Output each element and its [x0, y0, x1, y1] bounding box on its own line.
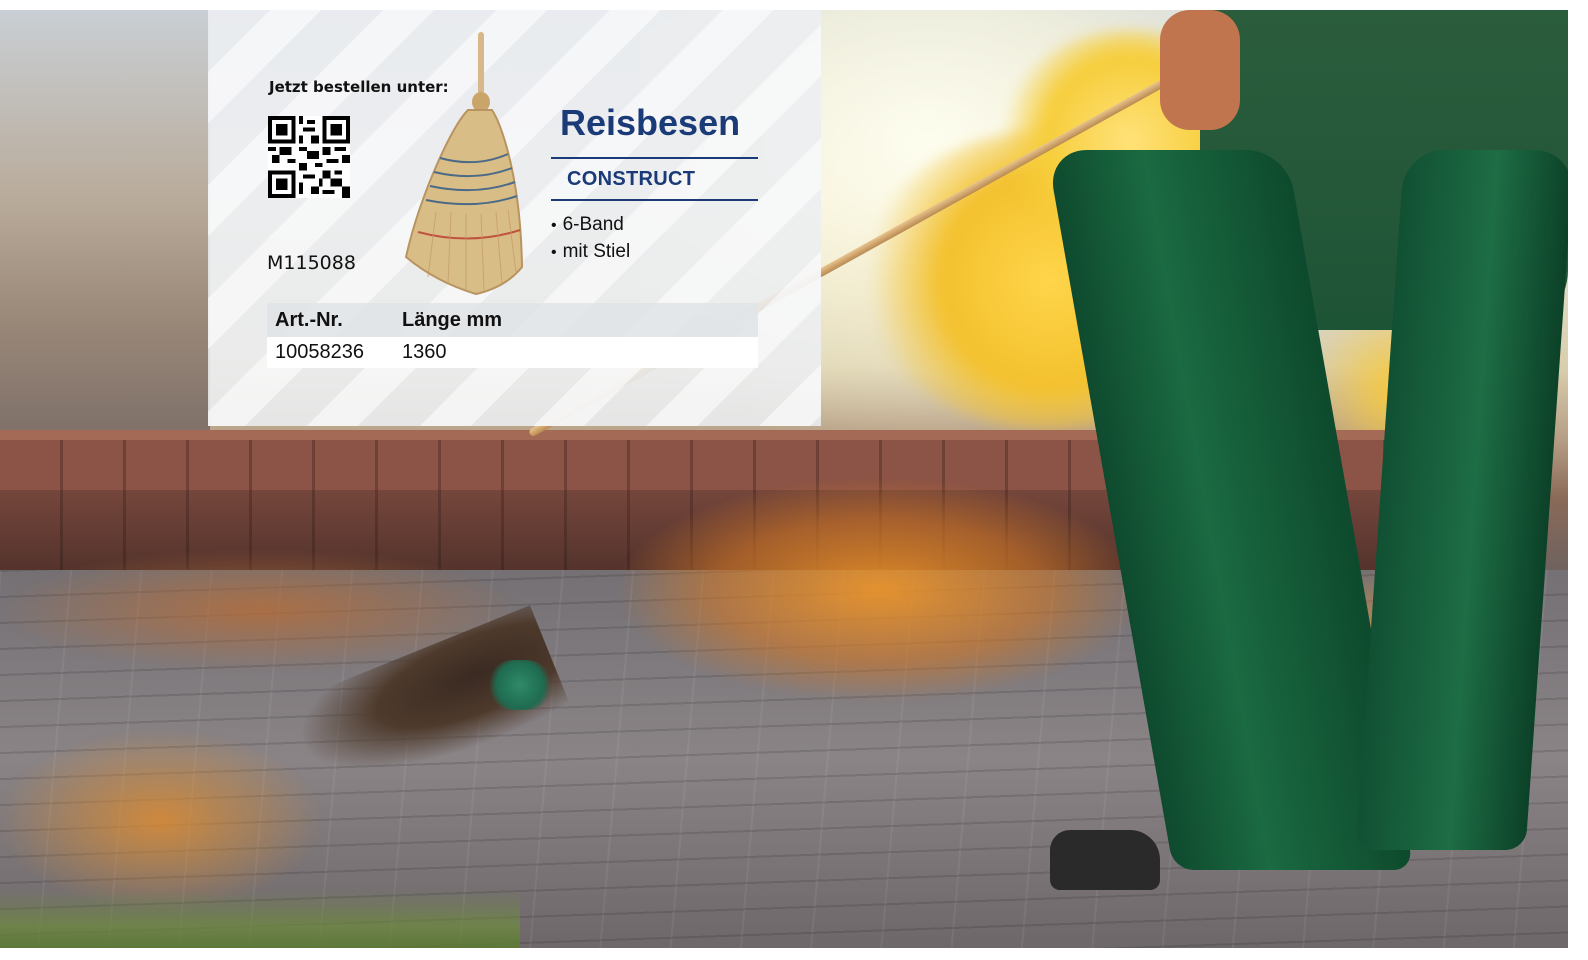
worker-figure	[1046, 10, 1568, 890]
bare-trees	[0, 10, 210, 440]
column-header-length: Länge mm	[394, 303, 758, 337]
model-number: M115088	[267, 252, 356, 274]
divider	[551, 199, 758, 201]
column-header-article-number: Art.-Nr.	[267, 303, 394, 337]
product-title: Reisbesen	[560, 102, 741, 143]
feature-list: 6-Band mit Stiel	[551, 212, 631, 266]
divider	[551, 157, 758, 159]
qr-code-icon[interactable]	[268, 116, 350, 198]
feature-item: mit Stiel	[551, 239, 631, 266]
spec-table: Art.-Nr. Länge mm 10058236 1360	[267, 303, 758, 368]
brand-name: CONSTRUCT	[567, 168, 696, 190]
grass-strip	[0, 890, 520, 948]
feature-item: 6-Band	[551, 212, 630, 239]
leaf-pile	[0, 730, 320, 910]
broom-product-image	[404, 32, 524, 296]
table-row: 10058236 1360	[267, 337, 758, 368]
broom-binding	[490, 660, 550, 710]
length-cell: 1360	[394, 337, 758, 368]
product-card: Jetzt bestellen unter: M115088 Reisbesen…	[208, 10, 821, 426]
worker-arm	[1160, 10, 1240, 130]
article-number-cell: 10058236	[267, 337, 394, 368]
worker-shoe	[1050, 830, 1160, 890]
table-header-row: Art.-Nr. Länge mm	[267, 303, 758, 337]
